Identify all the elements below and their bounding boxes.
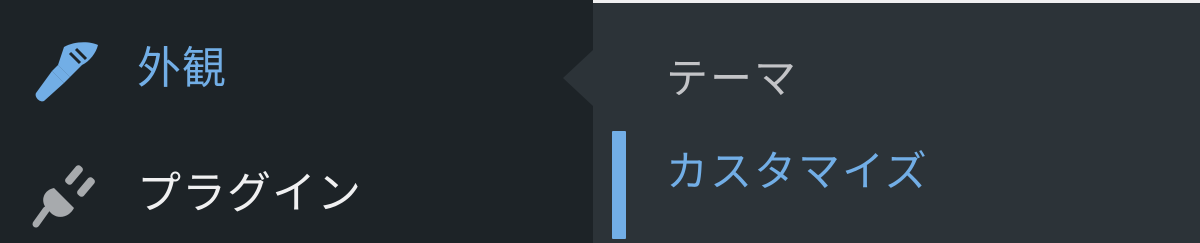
- admin-sidebar-menu: 外観 プラグイン: [0, 0, 593, 243]
- submenu-pointer-arrow: [563, 50, 593, 106]
- menu-item-appearance[interactable]: 外観: [0, 14, 593, 124]
- appearance-submenu: テーマ カスタマイズ: [593, 0, 1200, 243]
- active-indicator: [612, 131, 626, 239]
- paintbrush-icon: [30, 33, 102, 105]
- menu-item-plugins[interactable]: プラグイン: [0, 139, 593, 243]
- menu-item-label: 外観: [137, 43, 227, 94]
- menu-item-label: プラグイン: [137, 168, 362, 219]
- admin-screen: 外観 プラグイン テーマ カスタマイズ: [0, 0, 1200, 243]
- submenu-item-themes[interactable]: テーマ: [593, 38, 1200, 128]
- submenu-item-customize[interactable]: カスタマイズ: [593, 131, 1200, 239]
- submenu-item-label: カスタマイズ: [666, 147, 929, 196]
- plugin-icon: [30, 158, 102, 230]
- submenu-item-label: テーマ: [666, 54, 799, 103]
